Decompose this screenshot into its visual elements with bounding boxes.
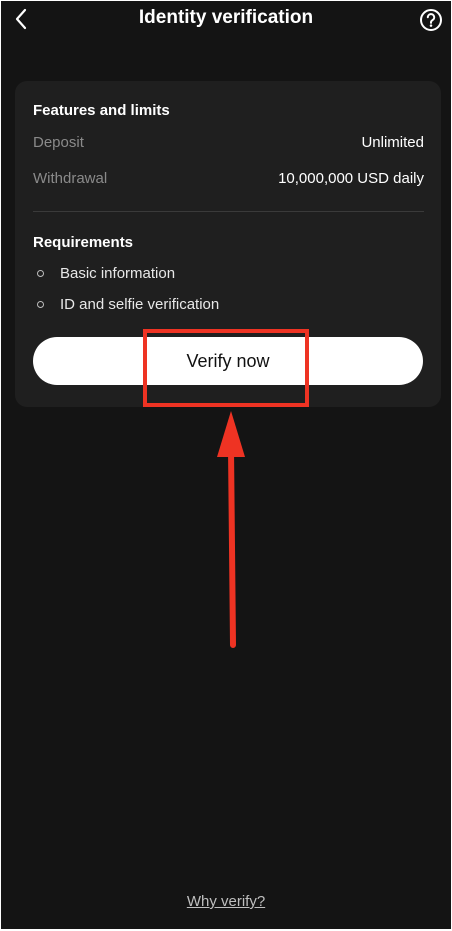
bullet-icon: [37, 301, 44, 308]
deposit-label: Deposit: [33, 134, 84, 151]
verify-now-label: Verify now: [186, 350, 270, 371]
requirement-label: Basic information: [60, 265, 176, 282]
deposit-value: Unlimited: [361, 134, 424, 151]
annotation-arrow-icon: [217, 411, 245, 648]
help-button[interactable]: [419, 8, 443, 32]
bullet-icon: [37, 270, 44, 277]
requirement-label: ID and selfie verification: [60, 296, 220, 313]
why-verify-link[interactable]: Why verify?: [1, 893, 451, 910]
section-divider: [33, 211, 424, 212]
requirements-title: Requirements: [33, 234, 134, 251]
question-circle-icon: [420, 9, 442, 31]
requirement-item: ID and selfie verification: [37, 296, 219, 313]
withdrawal-label: Withdrawal: [33, 170, 108, 187]
header-bar: Identity verification: [1, 1, 451, 41]
verification-card: Features and limits Deposit Unlimited Wi…: [15, 81, 441, 407]
verify-now-button[interactable]: Verify now: [33, 337, 423, 385]
requirement-item: Basic information: [37, 265, 175, 282]
features-title: Features and limits: [33, 102, 170, 119]
app-screen: Identity verification Features and limit…: [1, 1, 451, 929]
page-title: Identity verification: [138, 7, 314, 28]
withdrawal-value: 10,000,000 USD daily: [278, 170, 424, 187]
